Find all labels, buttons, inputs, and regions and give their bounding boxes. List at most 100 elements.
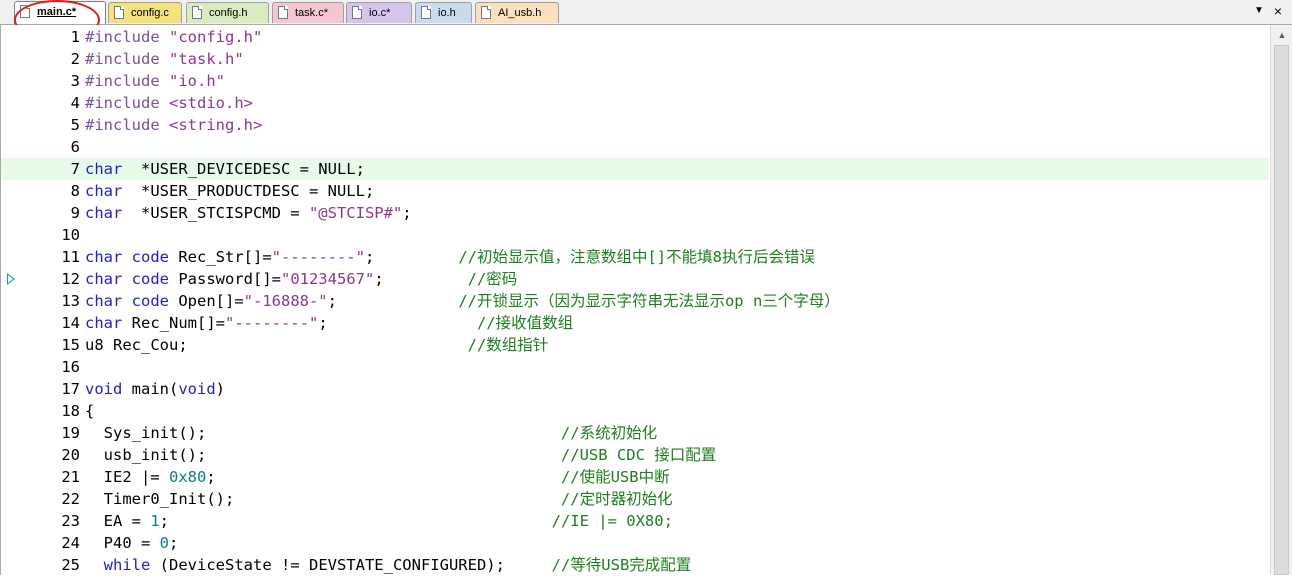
code-line[interactable]: 12 char code Password[]="01234567"; //密码 xyxy=(1,268,1269,290)
line-number: 8 xyxy=(70,182,80,200)
code-token: usb_init(); xyxy=(85,446,561,464)
code-token: ; xyxy=(327,292,459,310)
code-line[interactable]: 14 char Rec_Num[]="--------"; //接收值数组 xyxy=(1,312,1269,334)
code-text: Timer0_Init(); //定时器初始化 xyxy=(85,488,673,510)
line-number: 16 xyxy=(61,358,80,376)
file-icon xyxy=(192,6,202,19)
line-number: 7 xyxy=(70,160,80,178)
code-line[interactable]: 1 #include "config.h" xyxy=(1,26,1269,48)
code-line[interactable]: 21 IE2 |= 0x80; //使能USB中断 xyxy=(1,466,1269,488)
code-line[interactable]: 17 void main(void) xyxy=(1,378,1269,400)
code-text: P40 = 0; xyxy=(85,532,179,554)
code-token: "config.h" xyxy=(169,28,263,46)
code-line[interactable]: 2 #include "task.h" xyxy=(1,48,1269,70)
code-text: Sys_init(); //系统初始化 xyxy=(85,422,657,444)
code-token: //初始显示值，注意数组中[]不能填8执行后会错误 xyxy=(458,248,815,266)
code-token: Rec_Num[]= xyxy=(122,314,225,332)
code-token: //系统初始化 xyxy=(560,424,658,442)
code-line[interactable]: 20 usb_init(); //USB CDC 接口配置 xyxy=(1,444,1269,466)
code-token: //使能USB中断 xyxy=(560,468,670,486)
tab-config-h[interactable]: config.h xyxy=(186,2,269,23)
code-token: #include xyxy=(85,72,169,90)
code-line[interactable]: 7 char *USER_DEVICEDESC = NULL; xyxy=(1,158,1269,180)
code-text: char *USER_STCISPCMD = "@STCISP#"; xyxy=(85,202,412,224)
line-number: 24 xyxy=(61,534,80,552)
file-icon xyxy=(20,5,30,18)
code-text: char *USER_DEVICEDESC = NULL; xyxy=(85,158,365,180)
code-token: char xyxy=(85,204,123,222)
file-icon xyxy=(421,6,431,19)
tab-task-c[interactable]: task.c* xyxy=(272,2,344,23)
editor-tab-bar: ▼ × main.c* config.c config.h task.c* io.c* i… xyxy=(0,0,1292,25)
code-token: //等待USB完成配置 xyxy=(551,556,692,574)
code-line[interactable]: 13 char code Open[]="-16888-"; //开锁显示（因为显… xyxy=(1,290,1269,312)
code-text: usb_init(); //USB CDC 接口配置 xyxy=(85,444,717,466)
code-token: "--------" xyxy=(271,248,365,266)
code-line[interactable]: 25 while (DeviceState != DEVSTATE_CONFIG… xyxy=(1,554,1269,576)
tab-config-c[interactable]: config.c xyxy=(108,2,182,23)
code-editor[interactable]: 1 #include "config.h" 2 #include "task.h" 3 #… xyxy=(0,25,1292,575)
code-line[interactable]: 18 { xyxy=(1,400,1269,422)
code-token: <string.h> xyxy=(169,116,263,134)
vertical-scrollbar[interactable]: ▲ xyxy=(1270,25,1292,575)
code-token: ; xyxy=(206,468,561,486)
code-token: Timer0_Init(); xyxy=(85,490,561,508)
code-text: #include "config.h" xyxy=(85,26,262,48)
code-text: char code Rec_Str[]="--------"; //初始显示值，… xyxy=(85,246,815,268)
code-line[interactable]: 4 #include <stdio.h> xyxy=(1,92,1269,114)
code-token: *USER_STCISPCMD = xyxy=(122,204,309,222)
tab-io-h[interactable]: io.h xyxy=(415,2,472,23)
line-number: 15 xyxy=(61,336,80,354)
line-number: 23 xyxy=(61,512,80,530)
code-line[interactable]: 15 u8 Rec_Cou; //数组指针 xyxy=(1,334,1269,356)
tab-label: main.c* xyxy=(37,6,77,18)
code-token: *USER_PRODUCTDESC = NULL; xyxy=(122,182,375,200)
code-token: code xyxy=(131,248,169,266)
tab-io-c[interactable]: io.c* xyxy=(346,2,412,23)
code-line[interactable]: 10 xyxy=(1,224,1269,246)
code-token: "task.h" xyxy=(169,50,244,68)
code-token: code xyxy=(131,292,169,310)
line-number: 4 xyxy=(70,94,80,112)
code-token: (DeviceState != DEVSTATE_CONFIGURED); xyxy=(150,556,552,574)
code-token: #include xyxy=(85,116,169,134)
code-line[interactable]: 3 #include "io.h" xyxy=(1,70,1269,92)
code-line[interactable]: 6 xyxy=(1,136,1269,158)
code-line[interactable]: 22 Timer0_Init(); //定时器初始化 xyxy=(1,488,1269,510)
scrollbar-thumb[interactable] xyxy=(1274,45,1289,575)
code-token: IE2 |= xyxy=(85,468,169,486)
code-text: { xyxy=(85,400,94,422)
line-number: 3 xyxy=(70,72,80,90)
code-token: void xyxy=(178,380,216,398)
scroll-up-arrow-icon[interactable]: ▲ xyxy=(1275,29,1289,41)
code-text: char *USER_PRODUCTDESC = NULL; xyxy=(85,180,374,202)
code-token: P40 = xyxy=(85,534,160,552)
close-icon[interactable]: × xyxy=(1271,3,1285,19)
code-text: void main(void) xyxy=(85,378,225,400)
code-token: 0 xyxy=(159,534,169,552)
code-token: <stdio.h> xyxy=(169,94,253,112)
line-number: 10 xyxy=(61,226,80,244)
tab-ai-usb-h[interactable]: AI_usb.h xyxy=(475,2,559,23)
code-line[interactable]: 9 char *USER_STCISPCMD = "@STCISP#"; xyxy=(1,202,1269,224)
code-token: *USER_DEVICEDESC = NULL; xyxy=(122,160,365,178)
file-icon xyxy=(352,6,362,19)
code-token: "@STCISP#" xyxy=(308,204,403,222)
code-line[interactable]: 5 #include <string.h> xyxy=(1,114,1269,136)
code-line[interactable]: 8 char *USER_PRODUCTDESC = NULL; xyxy=(1,180,1269,202)
code-line[interactable]: 19 Sys_init(); //系统初始化 xyxy=(1,422,1269,444)
code-token: Password[]= xyxy=(169,270,281,288)
tab-label: config.c xyxy=(131,7,169,19)
code-line[interactable]: 23 EA = 1; //IE |= 0X80; xyxy=(1,510,1269,532)
code-token: ; xyxy=(159,512,552,530)
code-line[interactable]: 24 P40 = 0; xyxy=(1,532,1269,554)
code-line[interactable]: 11 char code Rec_Str[]="--------"; //初始显示… xyxy=(1,246,1269,268)
chevron-down-icon[interactable]: ▼ xyxy=(1253,5,1265,17)
code-line[interactable]: 16 xyxy=(1,356,1269,378)
tab-main-c[interactable]: main.c* xyxy=(14,1,106,24)
line-number: 12 xyxy=(61,270,80,288)
code-token: "01234567" xyxy=(280,270,375,288)
code-token: 1 xyxy=(150,512,160,530)
